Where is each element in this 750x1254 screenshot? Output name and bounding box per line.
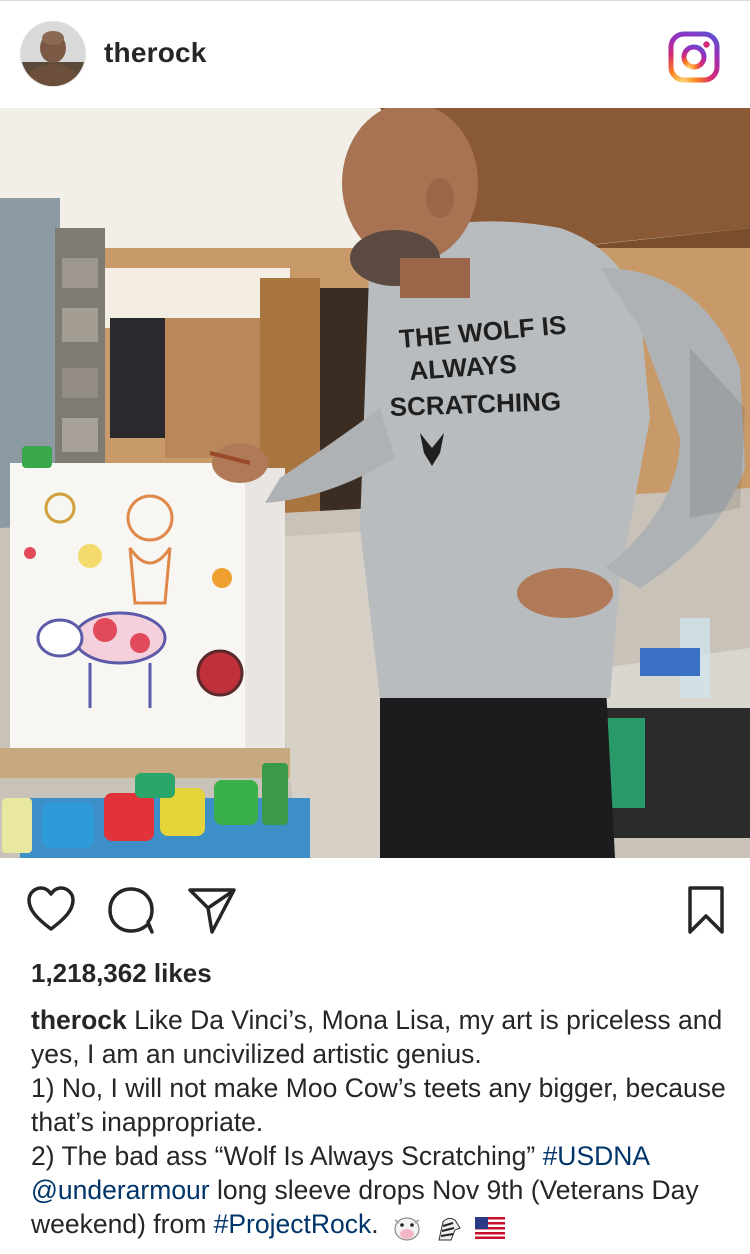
caption-text-3a: 2) The bad ass “Wolf Is Always Scratchin… <box>31 1141 543 1171</box>
caption-text-2: 1) No, I will not make Moo Cow’s teets a… <box>31 1073 726 1137</box>
profile-avatar[interactable] <box>20 21 86 87</box>
caption-text-3c: . <box>371 1209 379 1239</box>
post-header: therock <box>0 1 750 107</box>
likes-count[interactable]: 1,218,362 likes <box>31 958 212 989</box>
caption-text-1: Like Da Vinci’s, Mona Lisa, my art is pr… <box>31 1005 723 1069</box>
share-icon[interactable] <box>186 884 238 936</box>
zebra-emoji <box>438 1217 462 1241</box>
hashtag-projectrock[interactable]: #ProjectRock <box>214 1209 372 1239</box>
heart-icon[interactable] <box>25 884 77 936</box>
shirt-text-line3: SCRATCHING <box>389 386 561 422</box>
comment-icon[interactable] <box>106 884 158 936</box>
post-caption: therock Like Da Vinci’s, Mona Lisa, my a… <box>31 1003 731 1243</box>
mention-underarmour[interactable]: @underarmour <box>31 1175 210 1205</box>
bookmark-icon[interactable] <box>680 884 732 936</box>
cow-emoji <box>394 1217 420 1241</box>
post-photo[interactable]: THE WOLF IS ALWAYS SCRATCHING <box>0 108 750 858</box>
caption-username[interactable]: therock <box>31 1005 127 1035</box>
us-flag-emoji <box>474 1217 505 1239</box>
instagram-icon[interactable] <box>668 31 720 83</box>
caption-emojis <box>392 1209 509 1243</box>
post-username[interactable]: therock <box>104 37 207 69</box>
hashtag-usdna[interactable]: #USDNA <box>543 1141 649 1171</box>
action-bar <box>0 858 750 958</box>
